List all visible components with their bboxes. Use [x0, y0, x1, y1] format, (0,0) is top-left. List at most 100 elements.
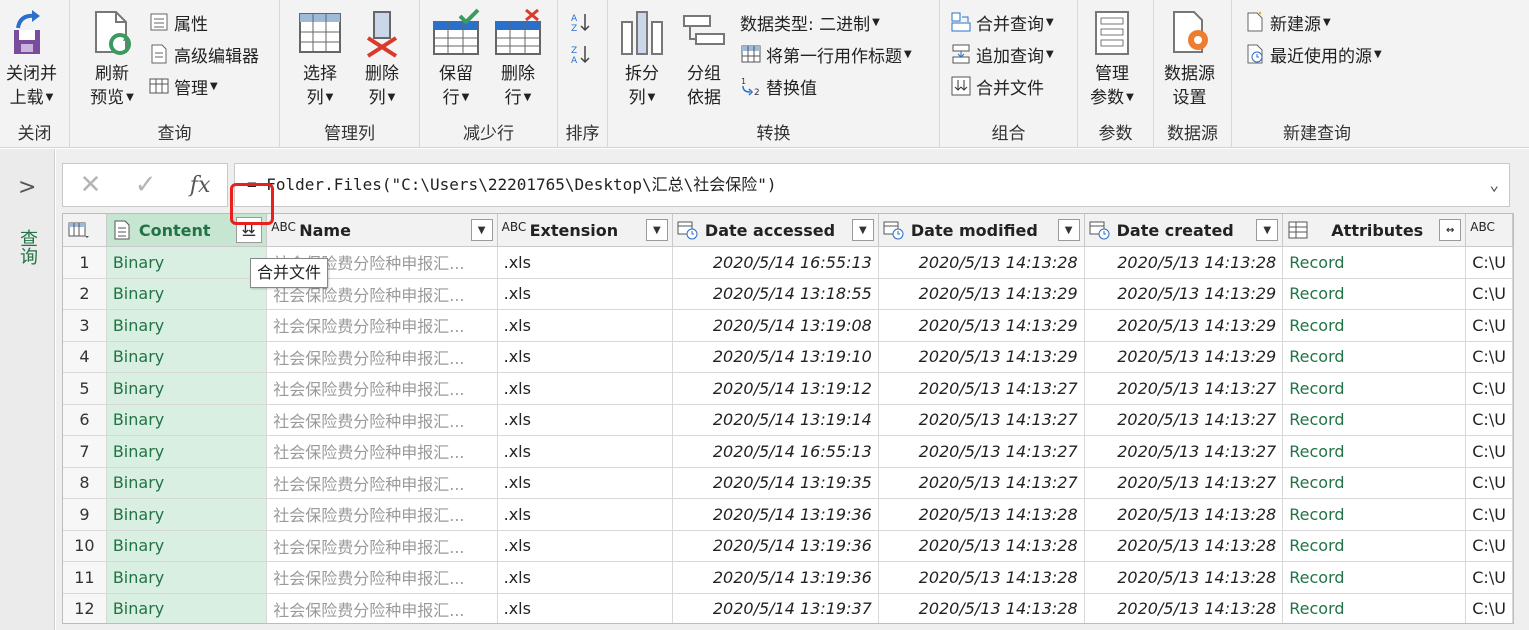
date-created-cell: 2020/5/13 14:13:28 [1084, 498, 1284, 531]
column-header-date-accessed[interactable]: Date accessed ▼ [672, 214, 879, 247]
properties-button[interactable]: 属性 [148, 8, 208, 36]
date-accessed-cell: 2020/5/14 13:19:08 [672, 309, 879, 342]
column-header-attributes[interactable]: Attributes ↔ [1282, 214, 1467, 247]
attributes-cell[interactable]: Record [1282, 498, 1467, 531]
filter-dropdown-button[interactable]: ▼ [470, 219, 493, 241]
remove-rows-button[interactable]: 删除行 ▼ [494, 8, 542, 110]
table-row[interactable]: 8 Binary 社会保险费分险种申报汇... .xls 2020/5/14 13:19… [63, 467, 1513, 499]
content-cell[interactable]: Binary [106, 278, 268, 310]
attributes-cell[interactable]: Record [1282, 467, 1467, 499]
ds-settings-label-2: 设置 [1172, 88, 1207, 108]
chevron-down-icon[interactable]: ⌄ [1489, 164, 1499, 206]
table-row[interactable]: 11 Binary 社会保险费分险种申报汇... .xls 2020/5/14 13:1… [63, 561, 1513, 594]
manage-parameters-button[interactable]: 管理 参数 ▼ [1088, 8, 1136, 110]
attributes-cell[interactable]: Record [1282, 404, 1467, 436]
table-row[interactable]: 10 Binary 社会保险费分险种申报汇... .xls 2020/5/14 13:1… [63, 530, 1513, 562]
formula-bar[interactable]: = Folder.Files("C:\Users\22201765\Deskto… [234, 163, 1510, 207]
cancel-formula-icon[interactable]: ✕ [80, 170, 102, 200]
column-name: Name [299, 220, 351, 240]
header-row: Content ABC Name ▼ ABC Extension ▼ Date … [63, 214, 1513, 247]
sort-descending-button[interactable]: ZA [570, 40, 596, 68]
recent-sources-button[interactable]: 最近使用的源 ▼ [1244, 40, 1382, 68]
manage-button[interactable]: 管理 ▼ [148, 72, 218, 100]
column-header-date-modified[interactable]: Date modified ▼ [878, 214, 1085, 247]
extension-cell: .xls [497, 435, 673, 468]
tooltip-combine-files: 合并文件 [250, 258, 329, 288]
content-cell[interactable]: Binary [106, 467, 268, 499]
attributes-cell[interactable]: Record [1282, 278, 1467, 310]
merge-queries-label: 合并查询 [976, 14, 1044, 35]
date-created-cell: 2020/5/13 14:13:27 [1084, 404, 1284, 436]
attributes-cell[interactable]: Record [1282, 372, 1467, 405]
group-by-button[interactable]: 分组 依据 [680, 8, 728, 110]
content-cell[interactable]: Binary [106, 309, 268, 342]
split-column-button[interactable]: 拆分列 ▼ [618, 8, 666, 110]
chevron-down-icon: ▼ [210, 80, 218, 92]
column-header-folder-path[interactable]: ABC [1465, 214, 1513, 247]
table-row[interactable]: 3 Binary 社会保险费分险种申报汇... .xls 2020/5/14 13:19… [63, 309, 1513, 342]
group-datasource: 数据源 设置 数据源 [1154, 0, 1232, 148]
replace-values-button[interactable]: 12 替换值 [740, 72, 817, 100]
attributes-cell[interactable]: Record [1282, 593, 1467, 623]
content-cell[interactable]: Binary [106, 435, 268, 468]
table-row[interactable]: 12 Binary 社会保险费分险种申报汇... .xls 2020/5/14 13:1… [63, 593, 1513, 623]
confirm-formula-icon[interactable]: ✓ [135, 170, 157, 200]
expand-record-button[interactable]: ↔ [1439, 219, 1462, 241]
extension-cell: .xls [497, 404, 673, 436]
combine-files-ribbon-button[interactable]: 合并文件 [950, 72, 1044, 100]
new-source-button[interactable]: 新建源 ▼ [1244, 8, 1331, 36]
first-row-header-button[interactable]: 将第一行用作标题 ▼ [740, 40, 912, 68]
table-row[interactable]: 4 Binary 社会保险费分险种申报汇... .xls 2020/5/14 13:19… [63, 341, 1513, 373]
extension-cell: .xls [497, 309, 673, 342]
append-queries-button[interactable]: 追加查询 ▼ [950, 40, 1054, 68]
queries-pane-label[interactable]: 查询 [14, 229, 40, 265]
attributes-cell[interactable]: Record [1282, 435, 1467, 468]
content-cell[interactable]: Binary [106, 372, 268, 405]
attributes-cell[interactable]: Record [1282, 341, 1467, 373]
filter-dropdown-button[interactable]: ▼ [645, 219, 668, 241]
attributes-cell[interactable]: Record [1282, 561, 1467, 594]
table-row[interactable]: 5 Binary 社会保险费分险种申报汇... .xls 2020/5/14 13:19… [63, 372, 1513, 405]
column-header-extension[interactable]: ABC Extension ▼ [497, 214, 673, 247]
table-menu-cell[interactable] [63, 214, 107, 247]
column-header-name[interactable]: ABC Name ▼ [266, 214, 498, 247]
fx-icon[interactable]: fx [190, 173, 211, 198]
column-header-date-created[interactable]: Date created ▼ [1084, 214, 1284, 247]
recent-sources-icon [1247, 44, 1263, 64]
choose-columns-button[interactable]: 选择列 ▼ [296, 8, 344, 110]
date-created-cell: 2020/5/13 14:13:27 [1084, 467, 1284, 499]
content-cell[interactable]: Binary [106, 404, 268, 436]
advanced-editor-button[interactable]: 高级编辑器 [148, 40, 259, 68]
content-cell[interactable]: Binary [106, 498, 268, 531]
table-row[interactable]: 7 Binary 社会保险费分险种申报汇... .xls 2020/5/14 16:55… [63, 435, 1513, 468]
table-row[interactable]: 6 Binary 社会保险费分险种申报汇... .xls 2020/5/14 13:19… [63, 404, 1513, 436]
merge-queries-button[interactable]: 合并查询 ▼ [950, 8, 1054, 36]
group-query: 刷新 预览 ▼ 属性 高级编辑器 管理 ▼ 查询 [70, 0, 280, 148]
filter-dropdown-button[interactable]: ▼ [1057, 219, 1080, 241]
table-row[interactable]: 9 Binary 社会保险费分险种申报汇... .xls 2020/5/14 13:19… [63, 498, 1513, 531]
data-type-dropdown[interactable]: 数据类型: 二进制 ▼ [740, 8, 880, 36]
attributes-cell[interactable]: Record [1282, 309, 1467, 342]
extension-cell: .xls [497, 593, 673, 623]
attributes-cell[interactable]: Record [1282, 530, 1467, 562]
datasource-settings-button[interactable]: 数据源 设置 [1164, 8, 1215, 110]
keep-rows-button[interactable]: 保留行 ▼ [432, 8, 480, 110]
close-and-load-button[interactable]: 关闭并 上载 ▼ [6, 8, 57, 110]
filter-dropdown-button[interactable]: ▼ [851, 219, 874, 241]
content-cell[interactable]: Binary [106, 593, 268, 623]
remove-columns-button[interactable]: 删除列 ▼ [358, 8, 406, 110]
sort-ascending-button[interactable]: AZ [570, 8, 596, 36]
formula-controls: ✕ ✓ fx [62, 163, 228, 207]
refresh-preview-button[interactable]: 刷新 预览 ▼ [88, 8, 136, 110]
folder-path-cell: C:\U [1465, 404, 1513, 436]
content-cell[interactable]: Binary [106, 246, 268, 279]
new-source-icon [1247, 11, 1263, 32]
content-cell[interactable]: Binary [106, 530, 268, 562]
content-cell[interactable]: Binary [106, 561, 268, 594]
content-cell[interactable]: Binary [106, 341, 268, 373]
filter-dropdown-button[interactable]: ▼ [1256, 219, 1279, 241]
attributes-cell[interactable]: Record [1282, 246, 1467, 279]
group-new-query: 新建源 ▼ 最近使用的源 ▼ 新建查询 [1232, 0, 1402, 148]
group-label-new-query: 新建查询 [1283, 124, 1351, 144]
expand-queries-icon[interactable]: > [18, 175, 36, 200]
